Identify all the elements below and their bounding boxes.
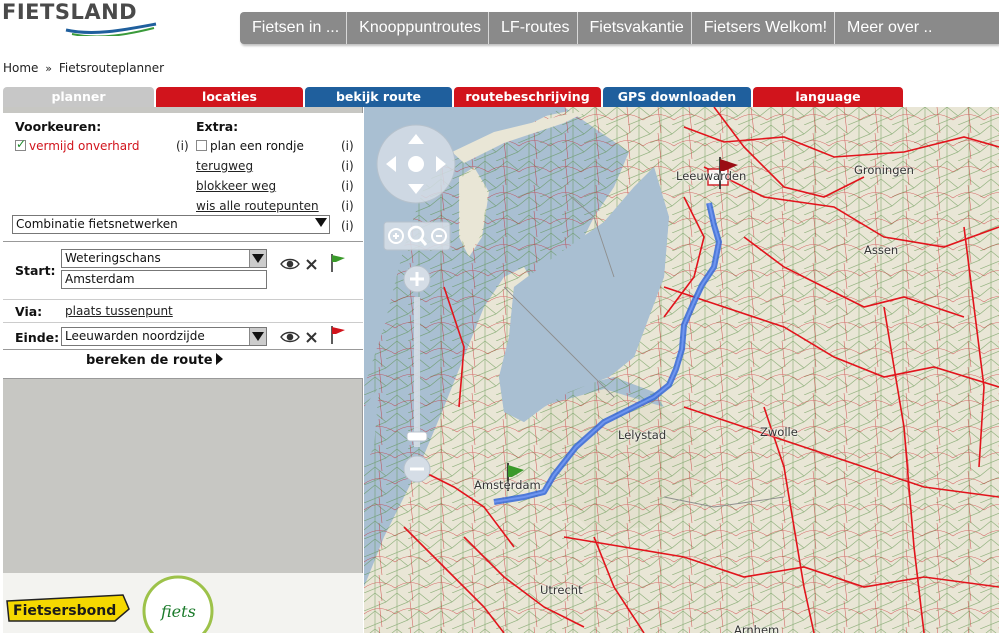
- bereken-route-label: bereken de route: [86, 353, 213, 368]
- green-flag-icon[interactable]: [329, 253, 347, 273]
- nav-fietsers-welkom[interactable]: Fietsers Welkom!: [692, 12, 836, 44]
- terugweg-link[interactable]: terugweg: [196, 159, 253, 173]
- tab-bekijk-route[interactable]: bekijk route: [305, 87, 452, 107]
- einde-value: Leeuwarden noordzijde: [65, 329, 205, 343]
- info-icon[interactable]: (i): [341, 199, 354, 213]
- nav-lf-routes[interactable]: LF-routes: [489, 12, 578, 44]
- partner-logos: Fietsersbond fiets: [3, 573, 363, 633]
- info-icon[interactable]: (i): [341, 139, 354, 153]
- place-utrecht: Utrecht: [540, 583, 583, 597]
- eye-icon[interactable]: [280, 330, 300, 344]
- info-icon[interactable]: (i): [341, 219, 354, 233]
- bereken-route-button[interactable]: bereken de route: [86, 353, 223, 368]
- eye-icon[interactable]: [280, 257, 300, 271]
- info-icon[interactable]: (i): [176, 139, 189, 153]
- chevron-down-icon: [252, 332, 264, 341]
- pan-center-icon: [408, 156, 424, 172]
- network-select[interactable]: Combinatie fietsnetwerken: [12, 215, 330, 234]
- tab-bar: planner locaties bekijk route routebesch…: [3, 87, 999, 107]
- extra-heading: Extra:: [196, 119, 239, 134]
- vermijd-onverhard-checkbox[interactable]: [15, 137, 26, 151]
- fiets-logo-text: fiets: [160, 602, 196, 621]
- fiets-logo[interactable]: fiets: [141, 573, 215, 633]
- tab-gps-downloaden[interactable]: GPS downloaden: [603, 87, 751, 107]
- fietsland-logo[interactable]: FIETSLAND: [2, 0, 162, 42]
- divider: [3, 299, 363, 300]
- nav-knooppuntroutes[interactable]: Knooppuntroutes: [347, 12, 490, 44]
- einde-label: Einde:: [15, 330, 60, 345]
- via-label: Via:: [15, 304, 43, 319]
- dropdown-button: [249, 250, 266, 267]
- einde-select[interactable]: Leeuwarden noordzijde: [61, 327, 267, 346]
- nav-fietsen-in[interactable]: Fietsen in ...: [240, 12, 348, 44]
- divider: [3, 378, 363, 379]
- play-arrow-icon: [215, 353, 223, 365]
- info-icon[interactable]: (i): [341, 179, 354, 193]
- plan-rondje-option[interactable]: plan een rondje: [196, 139, 304, 153]
- map-canvas[interactable]: [364, 107, 999, 633]
- preferences-section: Voorkeuren: Extra: vermijd onverhard (i)…: [3, 113, 363, 349]
- close-icon[interactable]: [305, 331, 318, 344]
- place-lelystad: Lelystad: [618, 428, 667, 442]
- zoom-box-control[interactable]: [383, 221, 451, 251]
- blokkeer-weg-link[interactable]: blokkeer weg: [196, 179, 276, 193]
- info-icon[interactable]: (i): [341, 159, 354, 173]
- place-zwolle: Zwolle: [760, 425, 798, 439]
- voorkeuren-heading: Voorkeuren:: [15, 119, 102, 134]
- close-icon[interactable]: [305, 258, 318, 271]
- breadcrumb-separator: »: [45, 62, 52, 75]
- chevron-down-icon: [252, 254, 264, 263]
- breadcrumb-current: Fietsrouteplanner: [58, 61, 165, 75]
- place-assen: Assen: [864, 243, 899, 257]
- breadcrumb: Home » Fietsrouteplanner: [3, 61, 164, 75]
- vermijd-onverhard-option[interactable]: vermijd onverhard: [15, 137, 140, 153]
- place-arnhem: Arnhem: [734, 623, 780, 633]
- nav-fietsvakantie[interactable]: Fietsvakantie: [578, 12, 692, 44]
- divider: [3, 322, 363, 323]
- network-select-value: Combinatie fietsnetwerken: [16, 217, 178, 231]
- breadcrumb-home[interactable]: Home: [3, 61, 38, 75]
- zoom-slider-handle: [406, 431, 428, 442]
- plaats-tussenpunt-link[interactable]: plaats tussenpunt: [65, 304, 173, 318]
- planner-panel: Voorkeuren: Extra: vermijd onverhard (i)…: [3, 107, 363, 633]
- start-city-input[interactable]: Amsterdam: [61, 270, 267, 289]
- fietsersbond-logo-text: Fietsersbond: [13, 603, 116, 619]
- top-navigation: Fietsen in ... Knooppuntroutes LF-routes…: [240, 12, 999, 44]
- start-street-select[interactable]: Weteringschans: [61, 249, 267, 268]
- logo-swoosh-icon: [65, 22, 157, 36]
- pan-control[interactable]: [376, 124, 456, 204]
- fietsersbond-logo[interactable]: Fietsersbond: [5, 591, 131, 627]
- tab-routebeschrijving[interactable]: routebeschrijving: [454, 87, 601, 107]
- place-amsterdam: Amsterdam: [474, 478, 541, 492]
- wis-routepunten-link[interactable]: wis alle routepunten: [196, 199, 319, 213]
- place-groningen: Groningen: [854, 163, 914, 177]
- chevron-down-icon: [315, 218, 327, 227]
- dropdown-button: [249, 328, 266, 345]
- tab-planner[interactable]: planner: [3, 87, 154, 107]
- start-label: Start:: [15, 263, 56, 278]
- red-flag-icon[interactable]: [329, 325, 347, 345]
- nav-meer-over[interactable]: Meer over ..: [835, 12, 939, 44]
- vermijd-onverhard-label: vermijd onverhard: [29, 139, 140, 153]
- place-leeuwarden: Leeuwarden: [676, 169, 747, 183]
- plan-rondje-label: plan een rondje: [210, 139, 304, 153]
- divider: [3, 241, 363, 242]
- tab-language[interactable]: language: [753, 87, 903, 107]
- tab-locaties[interactable]: locaties: [156, 87, 303, 107]
- plan-rondje-checkbox[interactable]: [196, 140, 207, 151]
- start-street-value: Weteringschans: [65, 251, 161, 265]
- route-map[interactable]: Leeuwarden Groningen Assen Lelystad Zwol…: [364, 107, 999, 633]
